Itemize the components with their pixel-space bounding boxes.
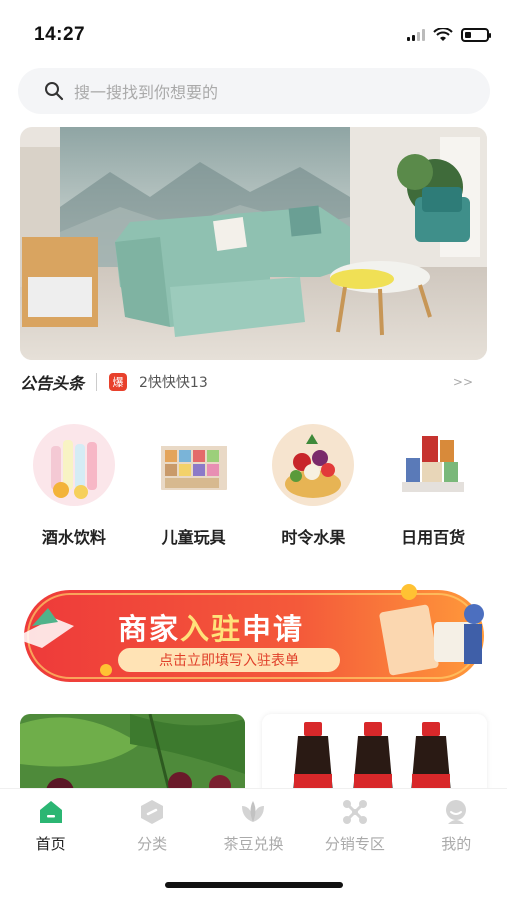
- wifi-icon: [433, 28, 453, 41]
- tab-tea-bean-exchange[interactable]: 茶豆兑换: [208, 797, 298, 854]
- tab-category[interactable]: 分类: [107, 797, 197, 854]
- tab-label: 分类: [137, 835, 168, 853]
- signal-icon: [407, 29, 425, 41]
- category-item-toys[interactable]: 儿童玩具: [139, 424, 249, 554]
- category-item-daily-goods[interactable]: 日用百货: [378, 424, 488, 554]
- tab-label: 茶豆兑换: [223, 835, 284, 853]
- tab-label: 首页: [35, 835, 66, 853]
- profile-icon: [441, 797, 471, 827]
- tab-home[interactable]: 首页: [6, 797, 96, 854]
- category-label: 时令水果: [281, 528, 346, 547]
- merchant-title-part1: 商家: [118, 612, 181, 646]
- category-icon: [137, 797, 167, 827]
- category-item-fruit[interactable]: 时令水果: [258, 424, 368, 554]
- search-icon: [45, 82, 64, 101]
- announcement-text[interactable]: 2快快快13: [139, 372, 453, 392]
- home-indicator: [165, 882, 343, 888]
- category-label: 酒水饮料: [41, 528, 106, 547]
- merchant-title-part3: 申请: [242, 612, 305, 646]
- tab-label: 分销专区: [324, 835, 385, 853]
- category-label: 日用百货: [401, 528, 466, 547]
- leaf-icon: [238, 797, 268, 827]
- tab-label: 我的: [441, 835, 472, 853]
- tab-profile[interactable]: 我的: [411, 797, 501, 854]
- fruit-image: [272, 424, 355, 506]
- toys-image: [152, 424, 235, 506]
- daily-goods-image: [392, 424, 475, 506]
- category-label: 儿童玩具: [161, 528, 226, 547]
- announcement-bar[interactable]: 公告头条 爆 2快快快13 >>: [20, 366, 487, 398]
- merchant-subtitle: 点击立即填写入驻表单: [118, 648, 340, 672]
- merchant-apply-banner[interactable]: 商家入驻申请 点击立即填写入驻表单: [14, 578, 494, 690]
- merchant-title: 商家入驻申请: [118, 606, 304, 648]
- search-bar[interactable]: 搜一搜找到你想要的: [18, 68, 490, 114]
- category-item-drinks[interactable]: 酒水饮料: [19, 424, 129, 554]
- announcement-title: 公告头条: [20, 374, 85, 393]
- merchant-title-part2: 入驻: [180, 612, 243, 646]
- status-time: 14:27: [34, 24, 86, 45]
- status-bar: 14:27: [0, 0, 507, 70]
- hot-badge: 爆: [109, 373, 128, 391]
- category-grid: 酒水饮料 儿童玩具 时令水果 日用百货: [14, 424, 493, 554]
- distribution-icon: [340, 797, 370, 827]
- announcement-divider: [96, 373, 98, 391]
- status-icons: [407, 28, 491, 42]
- search-input[interactable]: 搜一搜找到你想要的: [74, 79, 218, 103]
- tab-distribution-zone[interactable]: 分销专区: [310, 797, 400, 854]
- battery-icon: [461, 28, 491, 42]
- living-room-image: [20, 127, 487, 360]
- drinks-image: [32, 424, 115, 506]
- home-icon: [36, 797, 66, 827]
- hero-banner[interactable]: [20, 127, 487, 360]
- announcement-more-link[interactable]: >>: [453, 375, 473, 389]
